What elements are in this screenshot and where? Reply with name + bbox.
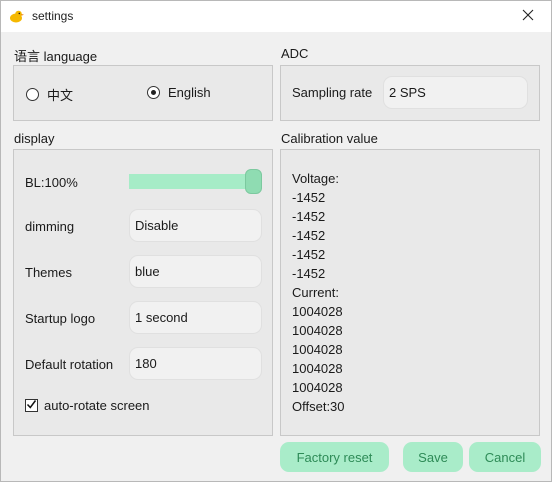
sampling-rate-value: 2 SPS — [389, 85, 426, 100]
close-button[interactable] — [505, 1, 551, 32]
check-icon — [26, 398, 37, 413]
radio-english[interactable]: English — [147, 85, 211, 100]
backlight-label: BL:100% — [25, 175, 78, 190]
themes-value: blue — [135, 264, 160, 279]
calibration-section-label: Calibration value — [281, 131, 378, 146]
calibration-line: 1004028 — [292, 361, 343, 376]
startup-logo-label: Startup logo — [25, 311, 96, 326]
radio-chinese-label: 中文 — [47, 88, 74, 103]
slider-handle[interactable] — [245, 169, 262, 194]
calibration-line: -1452 — [292, 190, 326, 205]
default-rotation-label: Default rotation — [25, 357, 114, 372]
calibration-line: 1004028 — [292, 304, 343, 319]
dimming-value: Disable — [135, 218, 179, 233]
default-rotation-select[interactable]: 180 — [129, 347, 262, 380]
sampling-rate-label: Sampling rate — [292, 85, 373, 100]
window-title: settings — [32, 9, 74, 23]
settings-window: settings 语言 language 中文 English ADC Samp… — [0, 0, 552, 482]
themes-label: Themes — [25, 265, 72, 280]
default-rotation-value: 180 — [135, 356, 157, 371]
calibration-line: -1452 — [292, 228, 326, 243]
calibration-line: -1452 — [292, 247, 326, 262]
slider-track — [129, 174, 261, 189]
close-icon — [522, 9, 534, 24]
calibration-values: Voltage: -1452 -1452 -1452 -1452 -1452 C… — [292, 169, 345, 416]
startup-logo-select[interactable]: 1 second — [129, 301, 262, 334]
calibration-line: -1452 — [292, 209, 326, 224]
calibration-line: Offset:30 — [292, 399, 345, 414]
dimming-label: dimming — [25, 219, 75, 234]
calibration-line: 1004028 — [292, 380, 343, 395]
language-section-label: 语言 language — [14, 49, 98, 64]
title-bar: settings — [1, 1, 551, 32]
startup-logo-value: 1 second — [135, 310, 188, 325]
auto-rotate-checkbox[interactable] — [25, 399, 38, 412]
calibration-line: 1004028 — [292, 323, 343, 338]
adc-section-label: ADC — [281, 46, 309, 61]
themes-select[interactable]: blue — [129, 255, 262, 288]
duck-icon — [9, 9, 24, 23]
radio-chinese[interactable]: 中文 — [26, 85, 73, 104]
radio-indicator-selected — [147, 86, 160, 99]
auto-rotate-label: auto-rotate screen — [44, 398, 150, 413]
save-button[interactable]: Save — [403, 442, 463, 472]
dimming-select[interactable]: Disable — [129, 209, 262, 242]
calibration-line: 1004028 — [292, 342, 343, 357]
calibration-line: Current: — [292, 285, 339, 300]
radio-indicator — [26, 88, 39, 101]
display-group — [13, 149, 273, 436]
display-section-label: display — [14, 131, 55, 146]
factory-reset-button[interactable]: Factory reset — [280, 442, 389, 472]
sampling-rate-select[interactable]: 2 SPS — [383, 76, 528, 109]
calibration-line: Voltage: — [292, 171, 339, 186]
calibration-line: -1452 — [292, 266, 326, 281]
cancel-button[interactable]: Cancel — [469, 442, 541, 472]
radio-english-label: English — [168, 85, 211, 100]
